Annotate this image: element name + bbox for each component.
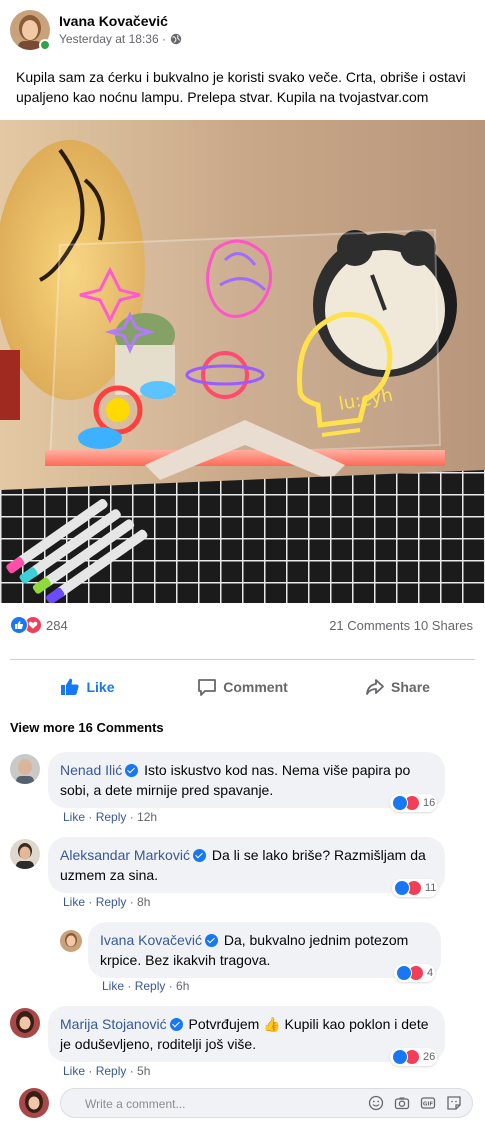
reaction-icons[interactable] bbox=[10, 616, 42, 634]
like-icon bbox=[392, 795, 408, 811]
comment-reaction-count: 16 bbox=[423, 797, 436, 809]
gif-icon[interactable]: GIF bbox=[420, 1095, 436, 1111]
write-comment-row: Write a comment... GIF bbox=[0, 1086, 485, 1120]
post-meta: Yesterday at 18:36 · bbox=[59, 32, 182, 46]
comment-bubble: Ivana Kovačević Da, bukvalno jednim pote… bbox=[88, 922, 441, 978]
commenter-avatar[interactable] bbox=[10, 1008, 40, 1038]
like-icon bbox=[396, 965, 412, 981]
reactions-summary: 284 21 Comments 10 Shares bbox=[0, 612, 485, 640]
comment-actions: Like · Reply · 12h bbox=[63, 810, 158, 824]
view-more-comments-link[interactable]: View more 16 Comments bbox=[10, 720, 164, 735]
divider bbox=[10, 659, 475, 660]
comment-reactions[interactable]: 4 bbox=[394, 964, 436, 982]
comment-reply-link[interactable]: Reply bbox=[135, 979, 166, 993]
verified-badge-icon bbox=[169, 1018, 183, 1031]
like-label: Like bbox=[86, 679, 115, 695]
comment-time[interactable]: 6h bbox=[176, 979, 189, 993]
comment-input-placeholder: Write a comment... bbox=[85, 1097, 186, 1111]
post-text: Kupila sam za ćerku i bukvalno je korist… bbox=[16, 69, 466, 105]
comment-time[interactable]: 12h bbox=[137, 810, 157, 824]
comment-bubble: Marija Stojanović Potvrđujem 👍 Kupili ka… bbox=[48, 1006, 445, 1062]
comment-input[interactable]: Write a comment... GIF bbox=[60, 1088, 473, 1118]
share-arrow-icon bbox=[366, 679, 384, 695]
like-icon bbox=[10, 616, 28, 634]
comment-reply-link[interactable]: Reply bbox=[96, 1064, 127, 1078]
verified-badge-icon bbox=[125, 764, 139, 777]
comment-like-link[interactable]: Like bbox=[63, 1064, 85, 1078]
online-status-dot bbox=[39, 39, 51, 51]
comment-reply-link[interactable]: Reply bbox=[96, 895, 127, 909]
share-label: Share bbox=[391, 679, 430, 695]
comment-button[interactable]: Comment bbox=[165, 666, 320, 708]
comment-time[interactable]: 5h bbox=[137, 1064, 150, 1078]
reaction-count[interactable]: 284 bbox=[46, 618, 68, 633]
post-timestamp[interactable]: Yesterday at 18:36 · bbox=[59, 32, 166, 46]
commenter-avatar[interactable] bbox=[10, 839, 40, 869]
commenter-name[interactable]: Aleksandar Marković bbox=[60, 847, 190, 863]
author-name[interactable]: Ivana Kovačević bbox=[59, 13, 168, 29]
sticker-icon[interactable] bbox=[446, 1095, 462, 1111]
comment-reaction-count: 11 bbox=[425, 882, 437, 894]
commenter-avatar[interactable] bbox=[60, 930, 82, 952]
post-header: Ivana Kovačević Yesterday at 18:36 · bbox=[10, 10, 475, 52]
reply-item: Ivana Kovačević Da, bukvalno jednim pote… bbox=[0, 922, 485, 1000]
comment-actions: Like · Reply · 6h bbox=[102, 979, 190, 993]
post-image[interactable]: lu:cyh bbox=[0, 120, 485, 603]
globe-icon bbox=[170, 33, 182, 45]
comment-item: Aleksandar Marković Da li se lako briše?… bbox=[0, 837, 485, 915]
share-button[interactable]: Share bbox=[320, 666, 475, 708]
commenter-name[interactable]: Ivana Kovačević bbox=[100, 932, 202, 948]
comment-like-link[interactable]: Like bbox=[63, 895, 85, 909]
comment-reaction-count: 26 bbox=[423, 1051, 436, 1063]
comment-item: Nenad Ilić Isto iskustvo kod nas. Nema v… bbox=[0, 752, 485, 830]
comment-like-link[interactable]: Like bbox=[63, 810, 85, 824]
comment-label: Comment bbox=[223, 679, 288, 695]
comments-shares-count[interactable]: 21 Comments 10 Shares bbox=[329, 618, 473, 633]
comment-item: Marija Stojanović Potvrđujem 👍 Kupili ka… bbox=[0, 1006, 485, 1084]
comment-reaction-count: 4 bbox=[427, 967, 434, 979]
comment-like-link[interactable]: Like bbox=[102, 979, 124, 993]
comment-reply-link[interactable]: Reply bbox=[96, 810, 127, 824]
commenter-name[interactable]: Nenad Ilić bbox=[60, 762, 122, 778]
comment-bubble: Aleksandar Marković Da li se lako briše?… bbox=[48, 837, 445, 893]
like-icon bbox=[392, 1049, 408, 1065]
current-user-avatar[interactable] bbox=[19, 1088, 49, 1118]
like-button[interactable]: Like bbox=[10, 666, 165, 708]
comment-bubble: Nenad Ilić Isto iskustvo kod nas. Nema v… bbox=[48, 752, 445, 808]
post-action-bar: Like Comment Share bbox=[10, 666, 475, 708]
verified-badge-icon bbox=[192, 849, 206, 862]
comment-reactions[interactable]: 26 bbox=[390, 1048, 438, 1066]
comment-actions: Like · Reply · 8h bbox=[63, 895, 151, 909]
camera-icon[interactable] bbox=[394, 1095, 410, 1111]
comment-reactions[interactable]: 16 bbox=[390, 794, 438, 812]
commenter-name[interactable]: Marija Stojanović bbox=[60, 1016, 167, 1032]
comment-reactions[interactable]: 11 bbox=[392, 879, 439, 897]
commenter-avatar[interactable] bbox=[10, 754, 40, 784]
like-icon bbox=[394, 880, 410, 896]
comment-actions: Like · Reply · 5h bbox=[63, 1064, 151, 1078]
verified-badge-icon bbox=[204, 934, 218, 947]
thumbs-up-icon bbox=[61, 678, 80, 695]
emoji-icon[interactable] bbox=[368, 1095, 384, 1111]
comment-input-icons: GIF bbox=[368, 1095, 462, 1111]
comment-bubble-icon bbox=[198, 679, 217, 696]
svg-text:GIF: GIF bbox=[423, 1102, 434, 1108]
comment-time[interactable]: 8h bbox=[137, 895, 150, 909]
